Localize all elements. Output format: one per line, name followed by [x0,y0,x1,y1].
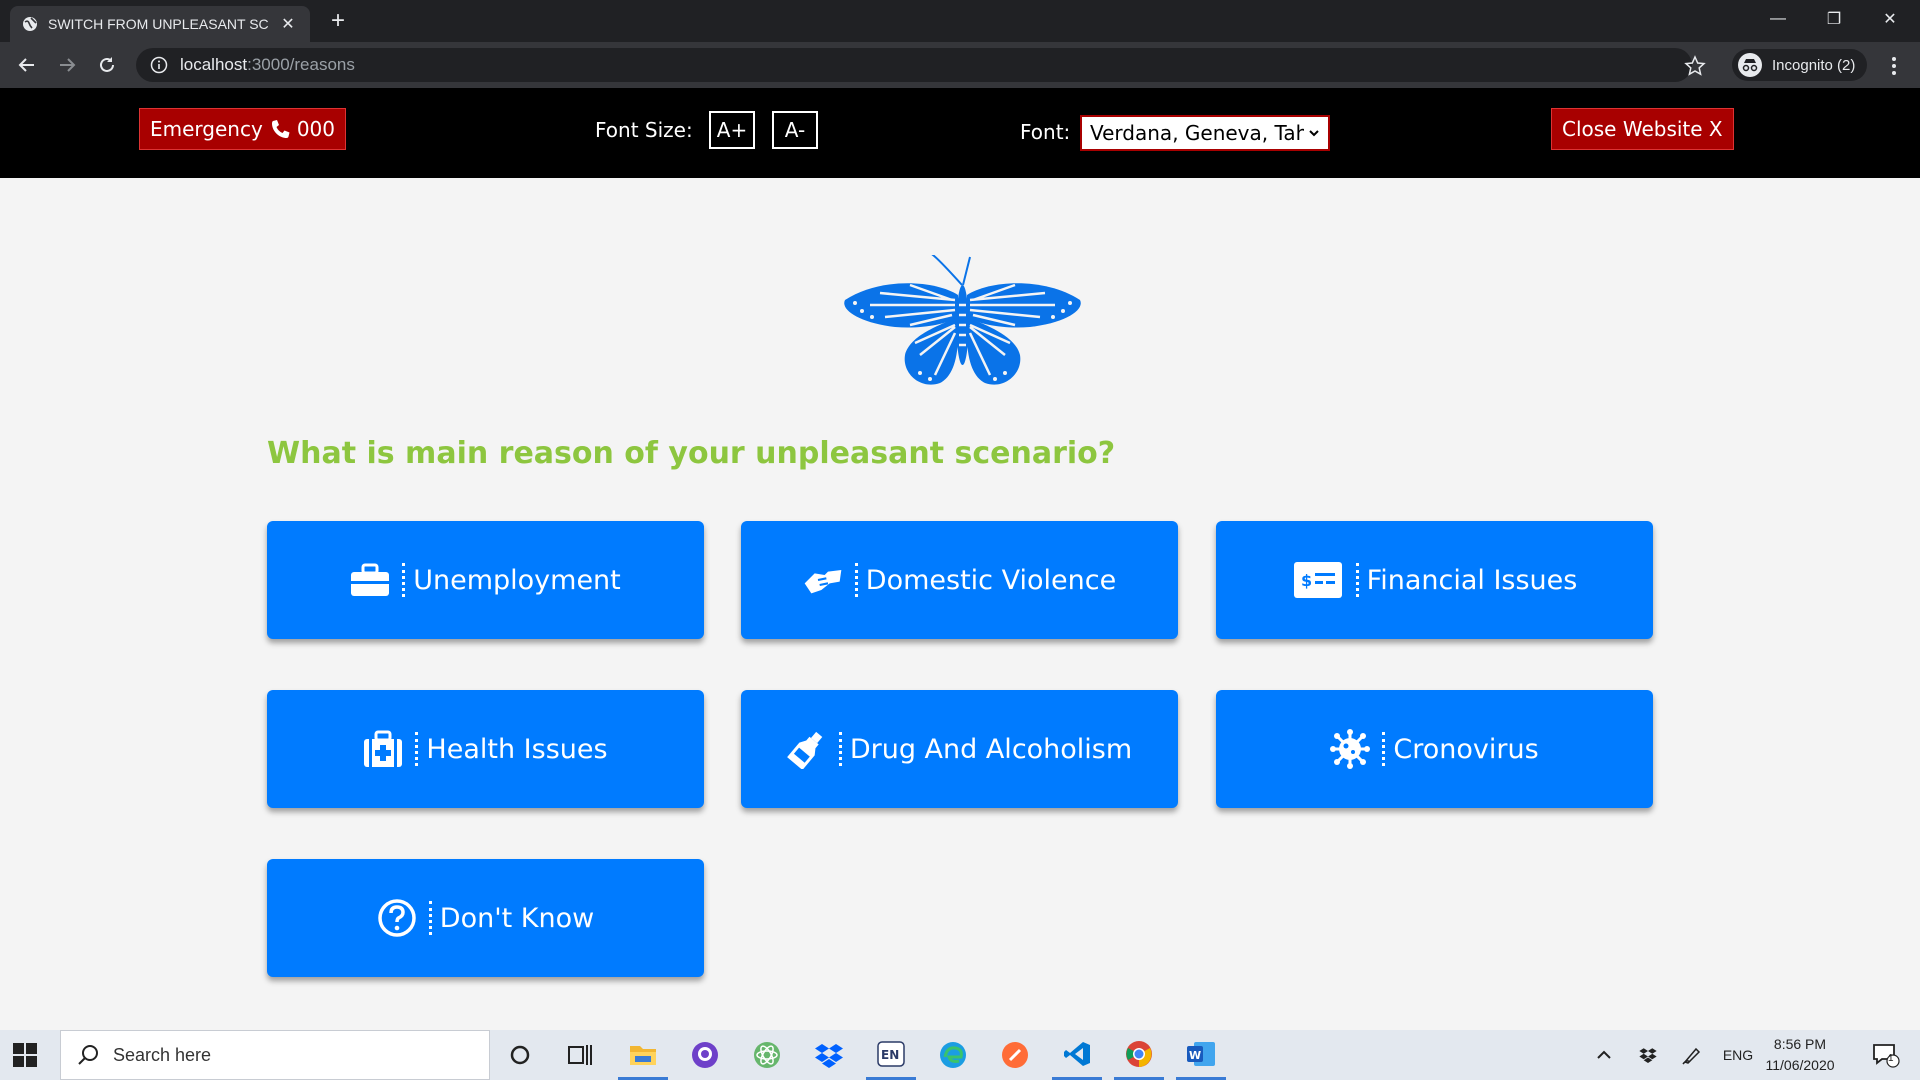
separator [1382,732,1386,766]
font-label: Font: [1020,120,1071,144]
handshake-icon [803,560,843,600]
emergency-number: 000 [296,117,335,141]
language-en-icon[interactable]: EN [866,1030,916,1080]
tray-language[interactable]: ENG [1720,1030,1756,1080]
globe-icon [23,17,37,31]
bookmark-star-icon[interactable] [1684,55,1706,77]
browser-tab-bar: SWITCH FROM UNPLEASANT SC ✕ + — ❐ ✕ [0,0,1920,42]
reason-label: Drug And Alcoholism [849,733,1133,765]
taskbar-search-input[interactable]: Search here [60,1030,490,1080]
bottle-icon [786,729,827,769]
file-explorer-icon[interactable] [618,1030,668,1080]
incognito-badge[interactable]: Incognito (2) [1732,49,1868,81]
window-close-icon[interactable]: ✕ [1862,0,1918,38]
vscode-icon[interactable] [1052,1030,1102,1080]
separator [838,732,842,766]
medkit-icon [363,729,403,769]
incognito-icon [1738,53,1762,77]
money-check-icon: $ [1292,560,1344,600]
reason-label: Health Issues [426,733,608,765]
back-icon[interactable] [12,50,42,80]
font-size-label: Font Size: [595,118,693,142]
tray-chevron-up-icon[interactable] [1592,1030,1616,1080]
cortana-icon[interactable] [495,1030,545,1080]
url-path: :3000/reasons [247,55,355,74]
address-bar[interactable]: localhost:3000/reasons [136,48,1692,82]
svg-text:$: $ [1301,571,1312,590]
windows-taskbar: Search here EN W ENG 8:56 PM 11/06/2020 … [0,1030,1920,1080]
browser-menu-icon[interactable] [1884,55,1904,77]
page-question: What is main reason of your unpleasant s… [267,436,1116,471]
taskbar-clock[interactable]: 8:56 PM 11/06/2020 [1752,1034,1848,1076]
restore-icon[interactable]: ❐ [1806,0,1862,38]
atom-icon[interactable] [742,1030,792,1080]
github-desktop-icon[interactable] [680,1030,730,1080]
reason-label: Don't Know [439,902,595,934]
reload-icon[interactable] [92,50,122,80]
notification-count: 1 [1888,1053,1894,1064]
browser-toolbar: localhost:3000/reasons Incognito (2) [0,42,1920,88]
dropbox-icon[interactable] [804,1030,854,1080]
reason-financial-issues-button[interactable]: $ Financial Issues [1216,521,1653,639]
chrome-icon[interactable] [1114,1030,1164,1080]
url-host: localhost [180,55,248,74]
clock-date: 11/06/2020 [1765,1057,1835,1073]
decrease-font-button[interactable]: A- [772,111,818,149]
separator [854,563,858,597]
emergency-button[interactable]: Emergency 000 [139,108,346,150]
tab-close-icon[interactable]: ✕ [278,14,298,34]
separator [1355,563,1359,597]
reason-dont-know-button[interactable]: Don't Know [267,859,704,977]
svg-text:W: W [1189,1049,1201,1062]
postman-icon[interactable] [990,1030,1040,1080]
reason-unemployment-button[interactable]: Unemployment [267,521,704,639]
taskbar-search-placeholder: Search here [113,1044,212,1065]
reason-drug-alcoholism-button[interactable]: Drug And Alcoholism [741,690,1178,808]
separator [402,563,406,597]
minimize-icon[interactable]: — [1750,0,1806,38]
info-icon[interactable] [150,56,168,74]
virus-icon [1330,729,1371,769]
task-view-icon[interactable] [555,1030,605,1080]
chevron-down-icon [1309,130,1319,137]
new-tab-icon[interactable]: + [326,6,350,36]
separator [415,732,419,766]
tray-pen-icon[interactable] [1678,1030,1706,1080]
forward-icon[interactable] [52,50,82,80]
separator [428,901,432,935]
font-select-value: Verdana, Geneva, Tahoma, sans-serif [1090,121,1304,145]
reason-health-issues-button[interactable]: Health Issues [267,690,704,808]
tray-dropbox-icon[interactable] [1634,1030,1662,1080]
incognito-label: Incognito (2) [1772,56,1856,74]
reason-label: Cronovirus [1393,733,1539,765]
tab-title: SWITCH FROM UNPLEASANT SC [48,16,269,32]
increase-font-button[interactable]: A+ [709,111,755,149]
reason-coronavirus-button[interactable]: Cronovirus [1216,690,1653,808]
briefcase-icon [350,560,390,600]
phone-icon [271,120,290,139]
butterfly-logo [844,255,1081,385]
close-website-button[interactable]: Close Website X [1551,108,1734,150]
search-icon [78,1045,98,1065]
reason-domestic-violence-button[interactable]: Domestic Violence [741,521,1178,639]
browser-tab[interactable]: SWITCH FROM UNPLEASANT SC ✕ [10,6,310,42]
font-select[interactable]: Verdana, Geneva, Tahoma, sans-serif [1080,115,1330,151]
windows-start-icon[interactable] [12,1042,38,1068]
site-header: Emergency 000 Font Size: A+ A- Font: Ver… [0,88,1920,178]
clock-time: 8:56 PM [1773,1036,1827,1052]
emergency-label: Emergency [150,117,263,141]
reason-label: Financial Issues [1366,564,1578,596]
question-circle-icon [377,898,417,938]
word-icon[interactable]: W [1176,1030,1226,1080]
reason-label: Domestic Violence [865,564,1117,596]
edge-browser-icon[interactable] [928,1030,978,1080]
reason-label: Unemployment [413,564,621,596]
notification-center-icon[interactable]: 1 [1866,1030,1906,1080]
svg-text:EN: EN [881,1048,899,1062]
